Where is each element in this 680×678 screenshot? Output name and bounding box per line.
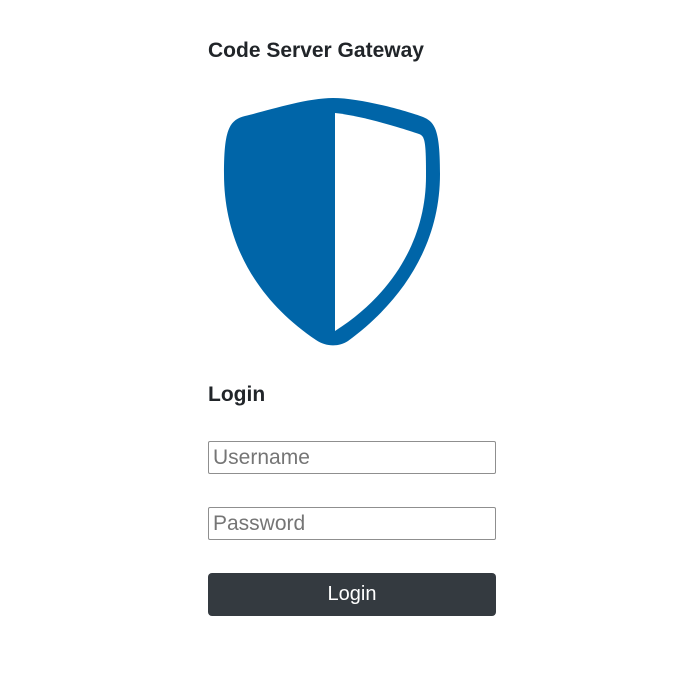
page-title: Code Server Gateway: [208, 39, 424, 62]
login-heading: Login: [208, 383, 266, 406]
shield-icon: [224, 98, 440, 346]
password-field[interactable]: [208, 507, 496, 540]
username-field[interactable]: [208, 441, 496, 474]
login-button[interactable]: Login: [208, 573, 496, 616]
